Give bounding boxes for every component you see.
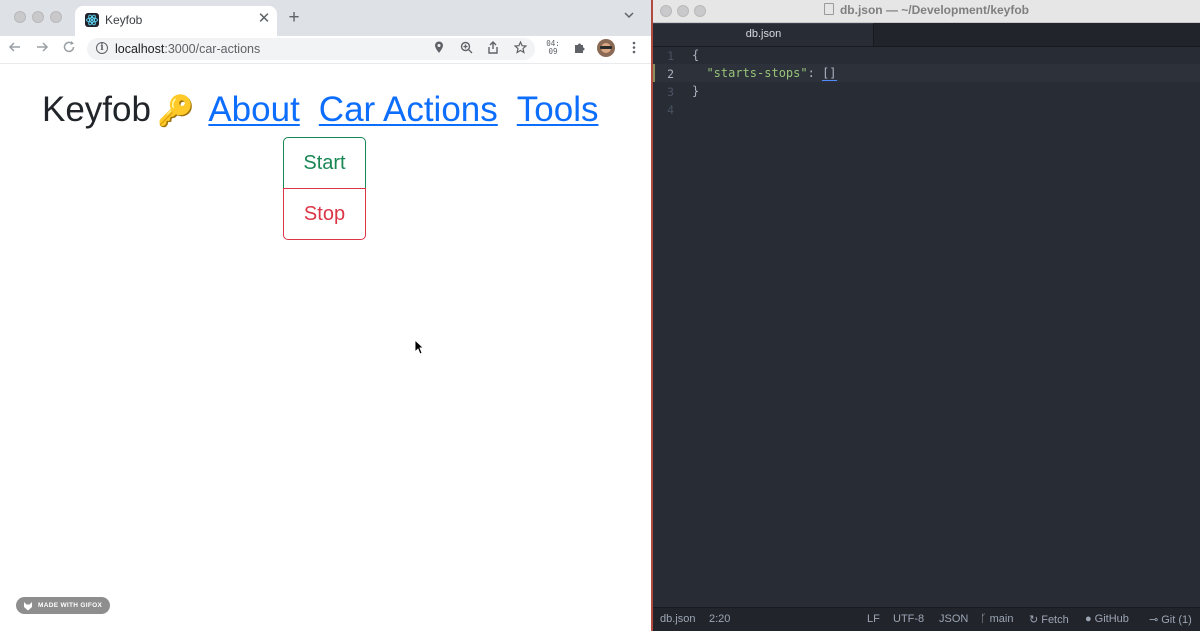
file-icon	[823, 3, 834, 15]
code-line-1[interactable]: {	[692, 48, 699, 62]
status-github[interactable]: ● GitHub	[1085, 613, 1129, 625]
browser-tab[interactable]: Keyfob ✕	[75, 6, 277, 36]
nav-link-about[interactable]: About	[208, 90, 299, 130]
code-line-3[interactable]: }	[692, 84, 699, 98]
url-text: localhost:3000/car-actions	[115, 42, 261, 56]
status-fetch[interactable]: ↻ Fetch	[1029, 613, 1069, 626]
web-page: Keyfob 🔑 About Car Actions Tools Start S…	[0, 64, 651, 631]
github-icon: ●	[1085, 613, 1092, 625]
kebab-menu-icon[interactable]	[626, 41, 642, 57]
clock-extension-icon[interactable]: 04: 09	[543, 40, 563, 56]
line-number: 1	[667, 49, 674, 63]
key-icon: 🔑	[156, 95, 195, 128]
nav-link-tools[interactable]: Tools	[517, 90, 599, 130]
editor-status-bar: db.json 2:20 LF UTF-8 JSON ᚴ main ↻ Fetch …	[653, 607, 1200, 631]
car-action-buttons: Start Stop	[283, 137, 366, 241]
line-number: 4	[667, 103, 674, 117]
line-number: 2	[667, 67, 674, 81]
zoom-window-button[interactable]	[50, 11, 62, 23]
status-grammar[interactable]: JSON	[939, 613, 968, 625]
extensions-puzzle-icon[interactable]	[571, 41, 587, 57]
close-window-button[interactable]	[14, 11, 26, 23]
react-icon	[85, 13, 99, 27]
editor-tab-db-json[interactable]: db.json	[653, 23, 874, 46]
editor-window: db.json — ~/Development/keyfob db.json 1…	[653, 0, 1200, 631]
nav-link-car-actions[interactable]: Car Actions	[319, 90, 498, 130]
start-button[interactable]: Start	[283, 137, 366, 189]
status-branch[interactable]: ᚴ main	[980, 613, 1013, 625]
status-cursor-position[interactable]: 2:20	[709, 613, 730, 625]
browser-toolbar: i localhost:3000/car-actions 04: 09	[0, 36, 651, 64]
location-icon[interactable]	[431, 41, 447, 57]
code-line-2[interactable]: "starts-stops": []	[692, 66, 837, 81]
close-tab-icon[interactable]: ✕	[255, 10, 273, 28]
sync-icon: ↻	[1029, 614, 1039, 626]
status-git[interactable]: ⊸ Git (1)	[1149, 613, 1192, 626]
mouse-pointer-icon	[414, 338, 425, 355]
share-icon[interactable]	[485, 41, 501, 57]
editor-tab-bar: db.json	[653, 23, 1200, 47]
status-line-ending[interactable]: LF	[867, 613, 880, 625]
git-branch-icon: ᚴ	[980, 613, 987, 625]
tab-search-chevron-icon[interactable]	[624, 10, 634, 22]
address-bar[interactable]: i localhost:3000/car-actions	[87, 38, 535, 60]
line-number: 3	[667, 85, 674, 99]
tab-strip: Keyfob ✕ +	[0, 0, 651, 36]
gifox-watermark: MADE WITH GIFOX	[16, 597, 111, 614]
status-encoding[interactable]: UTF-8	[893, 613, 924, 625]
fox-icon	[24, 601, 32, 610]
stop-button[interactable]: Stop	[283, 188, 366, 240]
status-file-name[interactable]: db.json	[660, 613, 695, 625]
site-brand[interactable]: Keyfob	[42, 90, 151, 130]
zoom-icon[interactable]	[458, 41, 474, 57]
browser-window: Keyfob ✕ + i localhost:3000/car-actions	[0, 0, 651, 631]
bookmark-star-icon[interactable]	[512, 40, 528, 57]
git-commit-icon: ⊸	[1149, 614, 1159, 626]
back-icon[interactable]	[6, 40, 24, 58]
editor-titlebar: db.json — ~/Development/keyfob	[653, 0, 1200, 23]
minimize-window-button[interactable]	[32, 11, 44, 23]
profile-avatar[interactable]	[597, 39, 615, 57]
site-navbar: Keyfob 🔑 About Car Actions Tools	[42, 90, 617, 134]
tab-title: Keyfob	[105, 13, 143, 27]
reload-icon[interactable]	[60, 40, 78, 58]
forward-icon[interactable]	[33, 40, 51, 58]
editor-window-title: db.json — ~/Development/keyfob	[653, 3, 1200, 17]
site-info-icon[interactable]: i	[96, 42, 108, 54]
new-tab-icon[interactable]: +	[285, 8, 303, 28]
